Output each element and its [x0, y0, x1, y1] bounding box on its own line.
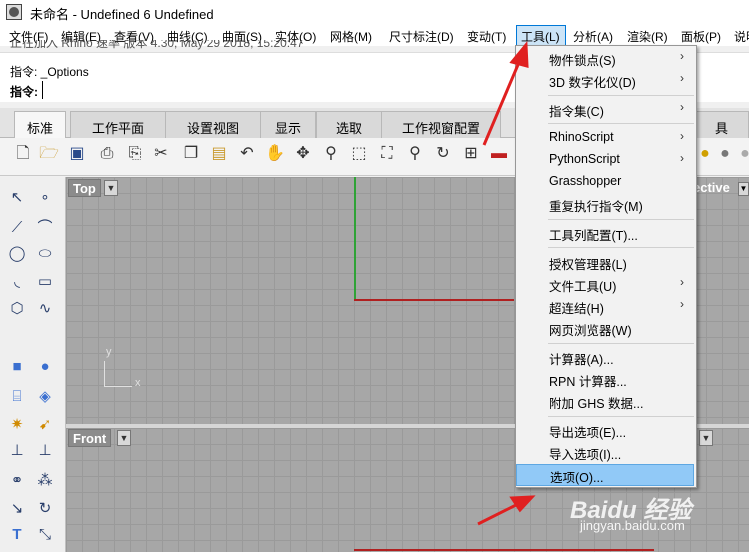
- arrow-to-tools-menu: [482, 59, 522, 146]
- arrow-to-options-item: [477, 501, 521, 526]
- arrow-head-tools: [509, 41, 529, 68]
- baidu-watermark-url: jingyan.baidu.com: [580, 518, 685, 533]
- arrow-head-options: [509, 495, 536, 513]
- annotation-arrows: [477, 41, 536, 526]
